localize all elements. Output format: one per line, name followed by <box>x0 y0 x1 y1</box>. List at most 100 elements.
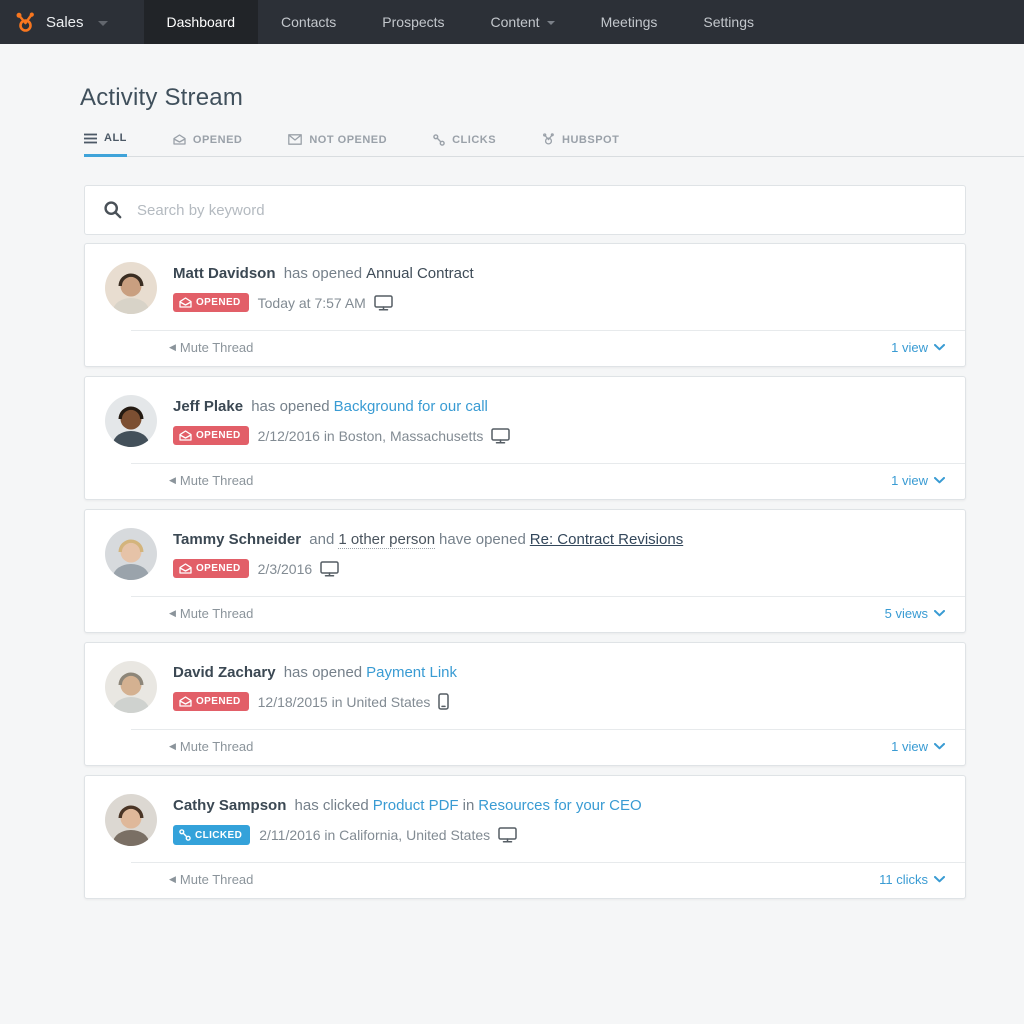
activity-object-link[interactable]: Resources for your CEO <box>478 797 641 814</box>
search-input[interactable] <box>137 202 947 219</box>
activity-card: Jeff Plake has opened Background for our … <box>84 376 966 500</box>
nav-item-settings[interactable]: Settings <box>680 0 777 44</box>
open-envelope-icon <box>179 563 192 574</box>
status-badge: OPENED <box>173 426 249 445</box>
activity-object-link[interactable]: Background for our call <box>334 398 488 415</box>
tabs-row: ALL OPENED NOT OPENED CLICKS HUBSPOT <box>84 132 1024 157</box>
view-count-toggle[interactable]: 1 view <box>891 739 945 754</box>
activity-date: 12/18/2015 in United States <box>258 694 431 710</box>
chevron-down-icon <box>934 610 945 617</box>
activity-object-link[interactable]: Re: Contract Revisions <box>530 531 683 548</box>
activity-card-footer: ◀ Mute Thread 1 view <box>85 331 965 366</box>
activity-card: Matt Davidson has openedAnnual Contract … <box>84 243 966 367</box>
nav-item-meetings[interactable]: Meetings <box>578 0 681 44</box>
nav-item-prospects[interactable]: Prospects <box>359 0 467 44</box>
activity-meta: CLICKED 2/11/2016 in California, United … <box>173 825 945 845</box>
activity-card: David Zachary has openedPayment Link OPE… <box>84 642 966 766</box>
status-badge: OPENED <box>173 692 249 711</box>
status-badge: OPENED <box>173 559 249 578</box>
mute-thread-button[interactable]: ◀ Mute Thread <box>169 606 253 621</box>
tab-all[interactable]: ALL <box>84 132 127 157</box>
chevron-down-icon <box>934 743 945 750</box>
activity-body: David Zachary has openedPayment Link OPE… <box>173 661 945 713</box>
search-card <box>84 185 966 235</box>
desktop-icon <box>491 428 510 444</box>
mute-speaker-icon: ◀ <box>169 342 176 353</box>
activity-date: 2/12/2016 in Boston, Massachusetts <box>258 428 484 444</box>
activity-stream: Matt Davidson has openedAnnual Contract … <box>84 243 966 899</box>
avatar[interactable] <box>105 661 157 713</box>
view-count-toggle[interactable]: 11 clicks <box>879 872 945 887</box>
activity-action-text: has opened <box>284 265 362 282</box>
activity-meta: OPENED 2/12/2016 in Boston, Massachusett… <box>173 426 945 445</box>
activity-sentence: Matt Davidson has openedAnnual Contract <box>173 264 945 283</box>
activity-card-main: Cathy Sampson has clickedProduct PDFinRe… <box>85 776 965 862</box>
status-badge: CLICKED <box>173 825 250 845</box>
actor-name[interactable]: David Zachary <box>173 664 276 681</box>
actor-name[interactable]: Jeff Plake <box>173 398 243 415</box>
mute-speaker-icon: ◀ <box>169 608 176 619</box>
tab-not-opened[interactable]: NOT OPENED <box>288 132 387 157</box>
activity-card-main: Matt Davidson has openedAnnual Contract … <box>85 244 965 330</box>
mute-speaker-icon: ◀ <box>169 741 176 752</box>
activity-card-main: Tammy Schneider and1 other personhave op… <box>85 510 965 596</box>
view-count-toggle[interactable]: 5 views <box>885 606 945 621</box>
avatar[interactable] <box>105 395 157 447</box>
activity-card: Tammy Schneider and1 other personhave op… <box>84 509 966 633</box>
mute-thread-button[interactable]: ◀ Mute Thread <box>169 473 253 488</box>
nav-item-contacts[interactable]: Contacts <box>258 0 359 44</box>
activity-body: Cathy Sampson has clickedProduct PDFinRe… <box>173 794 945 846</box>
activity-action-text: Annual Contract <box>366 265 474 282</box>
tab-clicks[interactable]: CLICKS <box>433 132 496 157</box>
actor-name[interactable]: Tammy Schneider <box>173 531 301 548</box>
activity-meta: OPENED 2/3/2016 <box>173 559 945 578</box>
actor-name[interactable]: Matt Davidson <box>173 265 276 282</box>
activity-card-main: David Zachary has openedPayment Link OPE… <box>85 643 965 729</box>
brand[interactable]: Sales <box>0 0 144 44</box>
top-navbar: Sales DashboardContactsProspectsContentM… <box>0 0 1024 44</box>
tab-opened[interactable]: OPENED <box>173 132 242 157</box>
avatar[interactable] <box>105 262 157 314</box>
activity-action-text: has opened <box>251 398 329 415</box>
closed-envelope-icon <box>288 134 302 145</box>
nav-item-content[interactable]: Content <box>468 0 578 44</box>
mute-thread-button[interactable]: ◀ Mute Thread <box>169 872 253 887</box>
activity-sentence: David Zachary has openedPayment Link <box>173 663 945 682</box>
activity-action-text: has clicked <box>295 797 369 814</box>
chevron-down-icon <box>934 477 945 484</box>
activity-card-footer: ◀ Mute Thread 1 view <box>85 464 965 499</box>
activity-card-footer: ◀ Mute Thread 5 views <box>85 597 965 632</box>
tab-hubspot[interactable]: HUBSPOT <box>542 132 619 157</box>
activity-object-link[interactable]: 1 other person <box>338 531 435 549</box>
activity-object-link[interactable]: Payment Link <box>366 664 457 681</box>
nav-item-dashboard[interactable]: Dashboard <box>144 0 259 44</box>
open-envelope-icon <box>179 696 192 707</box>
mute-thread-button[interactable]: ◀ Mute Thread <box>169 340 253 355</box>
mute-thread-button[interactable]: ◀ Mute Thread <box>169 739 253 754</box>
view-count-toggle[interactable]: 1 view <box>891 340 945 355</box>
page-title: Activity Stream <box>80 84 1024 112</box>
chevron-down-icon <box>934 876 945 883</box>
sprocket-icon <box>542 133 555 146</box>
activity-card: Cathy Sampson has clickedProduct PDFinRe… <box>84 775 966 899</box>
chevron-down-icon[interactable] <box>98 21 108 26</box>
activity-body: Tammy Schneider and1 other personhave op… <box>173 528 945 580</box>
activity-object-link[interactable]: Product PDF <box>373 797 459 814</box>
activity-body: Jeff Plake has opened Background for our … <box>173 395 945 447</box>
activity-action-text: have opened <box>439 531 526 548</box>
avatar[interactable] <box>105 794 157 846</box>
activity-action-text: in <box>463 797 475 814</box>
desktop-icon <box>374 295 393 311</box>
activity-meta: OPENED 12/18/2015 in United States <box>173 692 945 711</box>
desktop-icon <box>320 561 339 577</box>
activity-date: 2/11/2016 in California, United States <box>259 827 490 843</box>
activity-card-main: Jeff Plake has opened Background for our … <box>85 377 965 463</box>
avatar[interactable] <box>105 528 157 580</box>
status-badge: OPENED <box>173 293 249 312</box>
mute-speaker-icon: ◀ <box>169 874 176 885</box>
link-icon <box>433 134 445 146</box>
link-icon <box>179 829 191 841</box>
actor-name[interactable]: Cathy Sampson <box>173 797 286 814</box>
activity-date: 2/3/2016 <box>258 561 313 577</box>
view-count-toggle[interactable]: 1 view <box>891 473 945 488</box>
